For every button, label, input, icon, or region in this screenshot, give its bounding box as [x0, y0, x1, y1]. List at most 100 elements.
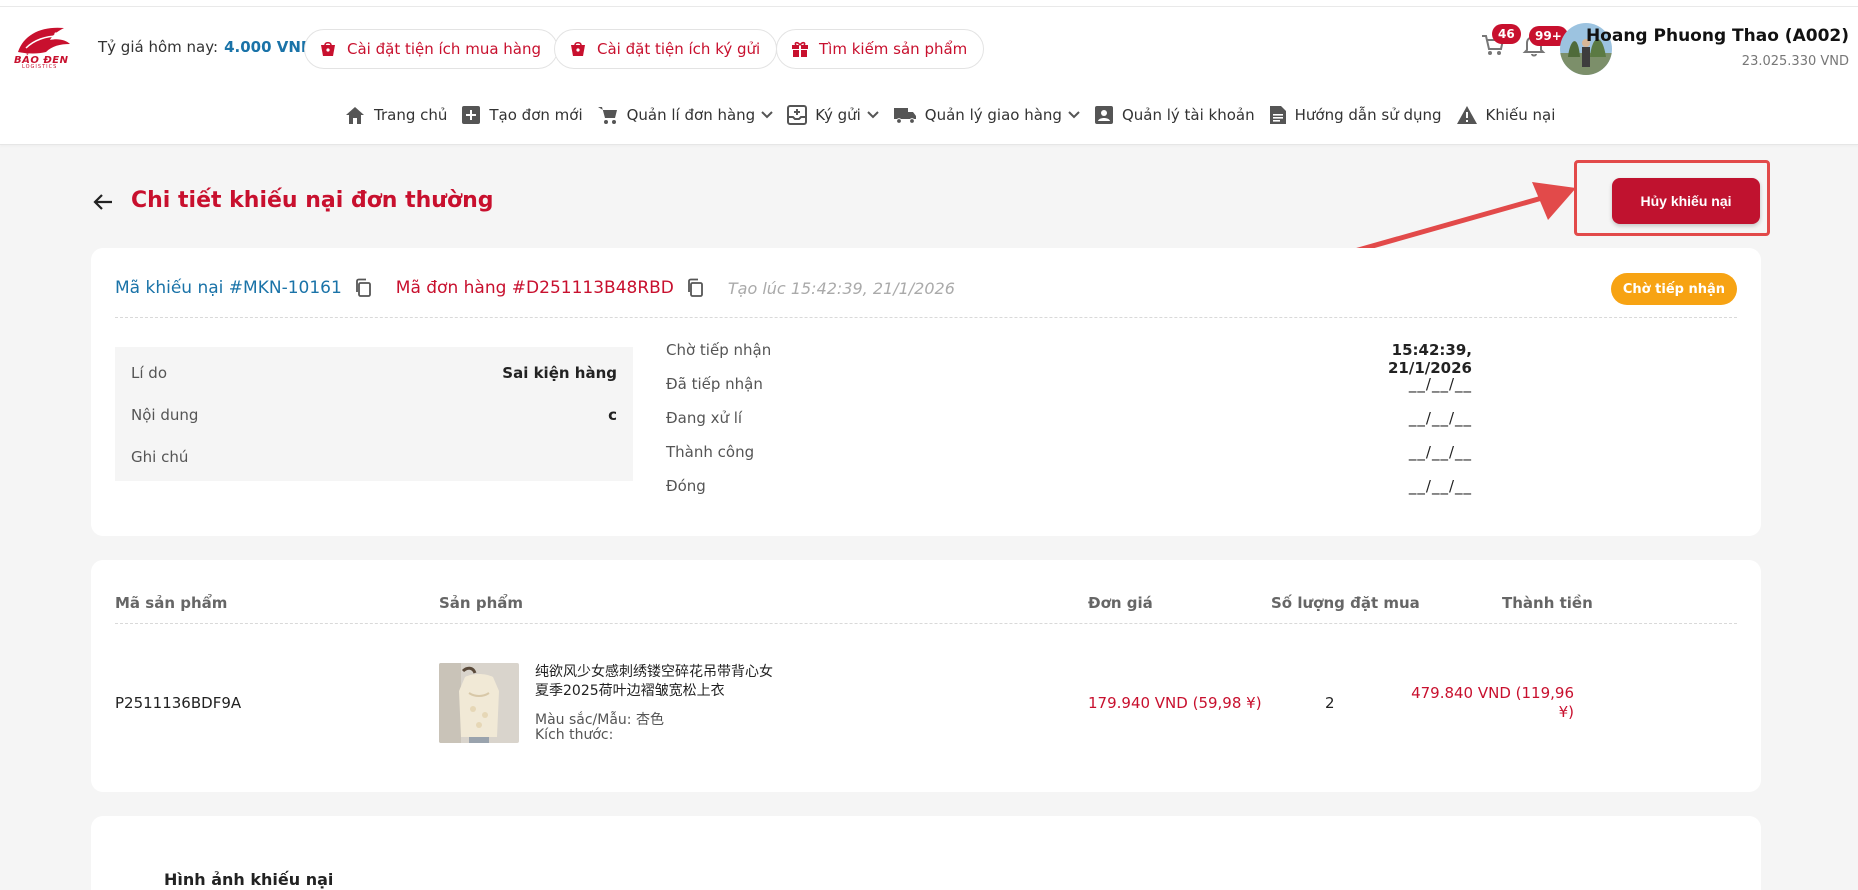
truck-icon — [893, 106, 917, 124]
nav-label: Quản lý tài khoản — [1121, 106, 1255, 124]
product-image[interactable] — [439, 663, 519, 743]
product-size: Kích thước: — [535, 727, 614, 743]
back-arrow-icon[interactable] — [92, 191, 114, 213]
timeline-time: 15:42:39, 21/1/2026 — [1387, 341, 1472, 377]
logo-subtext: LOGISTICS — [22, 64, 58, 70]
nav-item-user-guide[interactable]: Hướng dẫn sử dụng — [1269, 105, 1442, 125]
install-deposit-extension-button[interactable]: Cài đặt tiện ích ký gửi — [554, 29, 778, 69]
timeline-time: __/__/__ — [1408, 409, 1472, 427]
divider — [115, 623, 1737, 624]
detail-value: Sai kiện hàng — [502, 364, 617, 382]
detail-row-note: Ghi chú — [131, 448, 617, 466]
exchange-rate: Tỷ giá hôm nay: 4.000 VND — [98, 38, 313, 56]
detail-row-reason: Lí do Sai kiện hàng — [131, 364, 617, 382]
timeline-step: Đang xử lí — [666, 409, 743, 427]
complaint-codes: Mã khiếu nại #MKN-10161 Mã đơn hàng #D25… — [115, 278, 955, 298]
app-header: BẢO ĐEN LOGISTICS Tỷ giá hôm nay: 4.000 V… — [0, 0, 1858, 145]
nav-label: Khiếu nại — [1485, 106, 1556, 124]
warning-icon — [1456, 105, 1478, 125]
gift-icon — [792, 41, 808, 57]
nav-item-create-order[interactable]: Tạo đơn mới — [461, 105, 583, 125]
nav-label: Trang chủ — [374, 106, 448, 124]
nav-label: Ký gửi — [815, 106, 861, 124]
status-badge: Chờ tiếp nhận — [1610, 273, 1737, 305]
install-deposit-extension-label: Cài đặt tiện ích ký gửi — [597, 40, 761, 58]
product-thumbnail — [439, 663, 519, 743]
document-icon — [1269, 105, 1287, 125]
chevron-down-icon — [761, 111, 773, 119]
user-balance: 23.025.330 VND — [1741, 54, 1849, 69]
timeline-time: __/__/__ — [1408, 443, 1472, 461]
timeline-time: __/__/__ — [1408, 477, 1472, 495]
nav-item-deposit[interactable]: Ký gửi — [787, 105, 879, 125]
chevron-down-icon — [1068, 111, 1080, 119]
unit-price: 179.940 VND (59,98 ¥) — [1088, 694, 1262, 712]
home-icon — [344, 105, 366, 125]
complaint-details: Lí do Sai kiện hàng Nội dung c Ghi chú — [115, 347, 633, 481]
column-header-product: Sản phẩm — [439, 594, 523, 612]
user-name[interactable]: Hoang Phuong Thao (A002) — [1586, 26, 1849, 46]
nav-item-delivery-management[interactable]: Quản lý giao hàng — [893, 106, 1080, 124]
complaint-code: Mã khiếu nại #MKN-10161 — [115, 278, 342, 298]
plus-square-icon — [461, 105, 481, 125]
chevron-down-icon — [867, 111, 879, 119]
search-products-button[interactable]: Tìm kiếm sản phẩm — [776, 29, 985, 69]
exchange-rate-value: 4.000 VND — [224, 38, 314, 56]
top-divider — [0, 6, 1858, 7]
order-code: Mã đơn hàng #D251113B48RBD — [395, 278, 674, 298]
cart-box-icon — [571, 41, 585, 56]
quantity: 2 — [1325, 694, 1335, 712]
search-products-label: Tìm kiếm sản phẩm — [819, 40, 968, 58]
detail-key: Ghi chú — [131, 448, 189, 466]
product-name[interactable]: 纯欲风少女感刺绣镂空碎花吊带背心女夏季2025荷叶边褶皱宽松上衣 — [535, 663, 785, 701]
exchange-rate-label: Tỷ giá hôm nay: — [98, 38, 219, 56]
complaint-images-card: Hình ảnh khiếu nại — [91, 816, 1761, 890]
detail-row-content: Nội dung c — [131, 406, 617, 424]
nav-label: Hướng dẫn sử dụng — [1294, 106, 1442, 124]
timeline-step: Thành công — [666, 443, 755, 461]
created-time: Tạo lúc 15:42:39, 21/1/2026 — [727, 278, 955, 298]
cart-box-icon — [321, 41, 335, 56]
timeline-row: Đang xử lí __/__/__ — [666, 409, 1472, 427]
timeline-time: __/__/__ — [1408, 375, 1472, 393]
nav-item-home[interactable]: Trang chủ — [344, 105, 447, 125]
product-color: Màu sắc/Mẫu: 杏色 — [535, 712, 664, 728]
detail-key: Nội dung — [131, 406, 199, 424]
page-title: Chi tiết khiếu nại đơn thường — [131, 188, 494, 213]
divider — [115, 317, 1737, 318]
timeline-row: Thành công __/__/__ — [666, 443, 1472, 461]
column-header-quantity: Số lượng đặt mua — [1271, 594, 1420, 612]
deposit-icon — [787, 105, 808, 125]
nav-label: Quản lí đơn hàng — [626, 106, 756, 124]
complaint-images-title: Hình ảnh khiếu nại — [164, 870, 334, 889]
nav-item-account-management[interactable]: Quản lý tài khoản — [1094, 105, 1255, 125]
nav-item-order-management[interactable]: Quản lí đơn hàng — [597, 105, 774, 125]
column-header-unit-price: Đơn giá — [1088, 594, 1153, 612]
copy-icon[interactable] — [354, 278, 372, 298]
column-header-total: Thành tiền — [1502, 594, 1593, 612]
nav-label: Tạo đơn mới — [489, 106, 583, 124]
timeline-row: Đóng __/__/__ — [666, 477, 1472, 495]
timeline-step: Đã tiếp nhận — [666, 375, 763, 393]
nav-label: Quản lý giao hàng — [924, 106, 1062, 124]
product-code: P2511136BDF9A — [115, 694, 242, 712]
cart-icon — [597, 105, 619, 125]
main-nav: Trang chủ Tạo đơn mới Quản lí đơn hàng K… — [344, 102, 1569, 128]
timeline-step: Đóng — [666, 477, 706, 495]
cart-count-badge: 46 — [1492, 24, 1521, 44]
install-buy-extension-label: Cài đặt tiện ích mua hàng — [347, 40, 542, 58]
copy-icon[interactable] — [686, 278, 704, 298]
nav-item-complaints[interactable]: Khiếu nại — [1456, 105, 1556, 125]
timeline-row: Chờ tiếp nhận 15:42:39, 21/1/2026 — [666, 341, 1472, 377]
detail-key: Lí do — [131, 364, 167, 382]
install-buy-extension-button[interactable]: Cài đặt tiện ích mua hàng — [304, 29, 559, 69]
timeline-row: Đã tiếp nhận __/__/__ — [666, 375, 1472, 393]
products-table: Mã sản phẩm Sản phẩm Đơn giá Số lượng đặ… — [91, 560, 1761, 792]
complaint-info-card: Mã khiếu nại #MKN-10161 Mã đơn hàng #D25… — [91, 248, 1761, 536]
detail-value: c — [608, 406, 617, 424]
cancel-complaint-button[interactable]: Hủy khiếu nại — [1612, 178, 1760, 224]
column-header-code: Mã sản phẩm — [115, 594, 228, 612]
account-icon — [1094, 105, 1114, 125]
line-total: 479.840 VND (119,96 ¥) — [1411, 684, 1574, 721]
timeline-step: Chờ tiếp nhận — [666, 341, 772, 359]
